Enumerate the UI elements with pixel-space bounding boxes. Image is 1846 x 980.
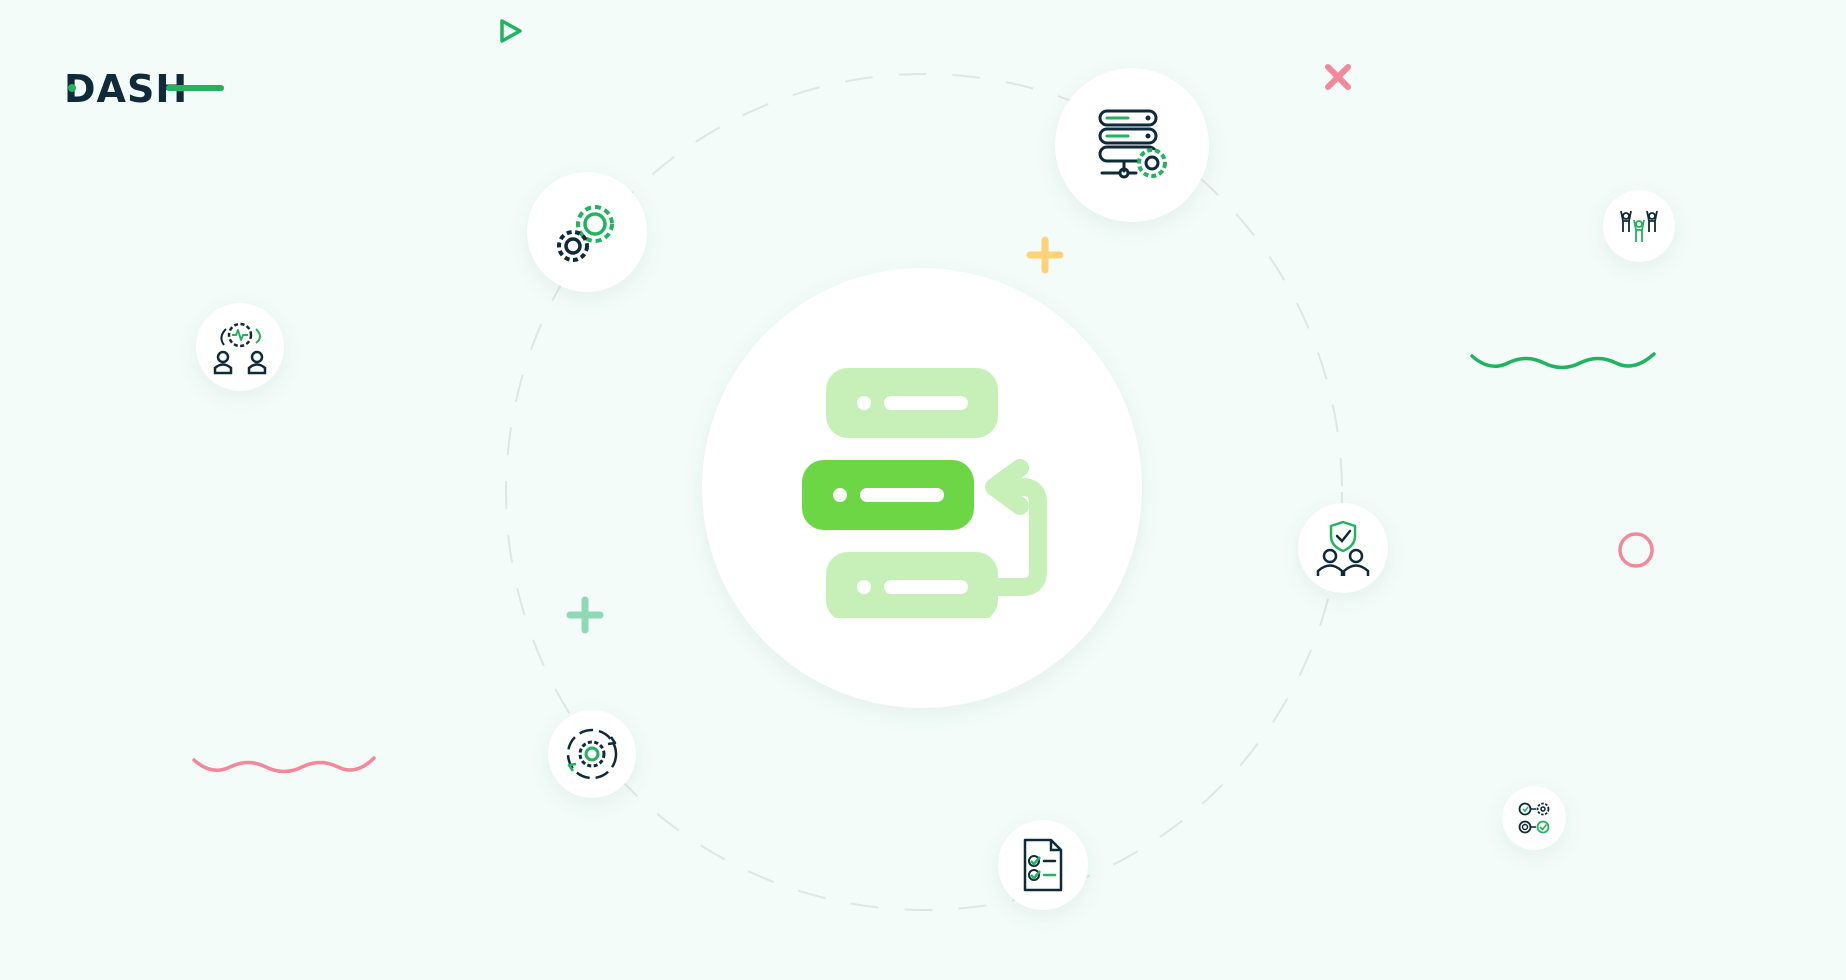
plus-mint-icon [566, 596, 604, 634]
wave-pink-icon [192, 756, 376, 774]
workflow-icon [1518, 802, 1550, 834]
checklist-bubble [998, 820, 1088, 910]
illustration: DASH [0, 0, 1846, 980]
gears-bubble [527, 172, 647, 292]
plus-yellow-icon [1026, 236, 1064, 274]
security-team-icon [1316, 520, 1370, 576]
ring-circle-icon [1618, 532, 1654, 568]
workflow-bubble [1502, 786, 1566, 850]
team-gear-bubble [196, 303, 284, 391]
play-triangle-icon [500, 19, 522, 43]
team-celebration-bubble [1603, 190, 1675, 262]
security-team-bubble [1298, 503, 1388, 593]
wave-green-icon [1470, 352, 1656, 370]
checklist-document-icon [1023, 838, 1063, 892]
gears-icon [557, 205, 614, 262]
team-celebration-icon [1620, 210, 1658, 242]
team-gear-icon [213, 322, 267, 375]
database-migration-icon [802, 368, 1047, 618]
center-bubble [702, 268, 1142, 708]
cycle-gear-icon [566, 728, 618, 780]
close-cross-icon [1325, 64, 1351, 90]
server-settings-icon [1098, 109, 1167, 179]
server-settings-bubble [1055, 68, 1209, 222]
dash-logo: DASH [64, 68, 224, 108]
cycle-gear-bubble [548, 710, 636, 798]
